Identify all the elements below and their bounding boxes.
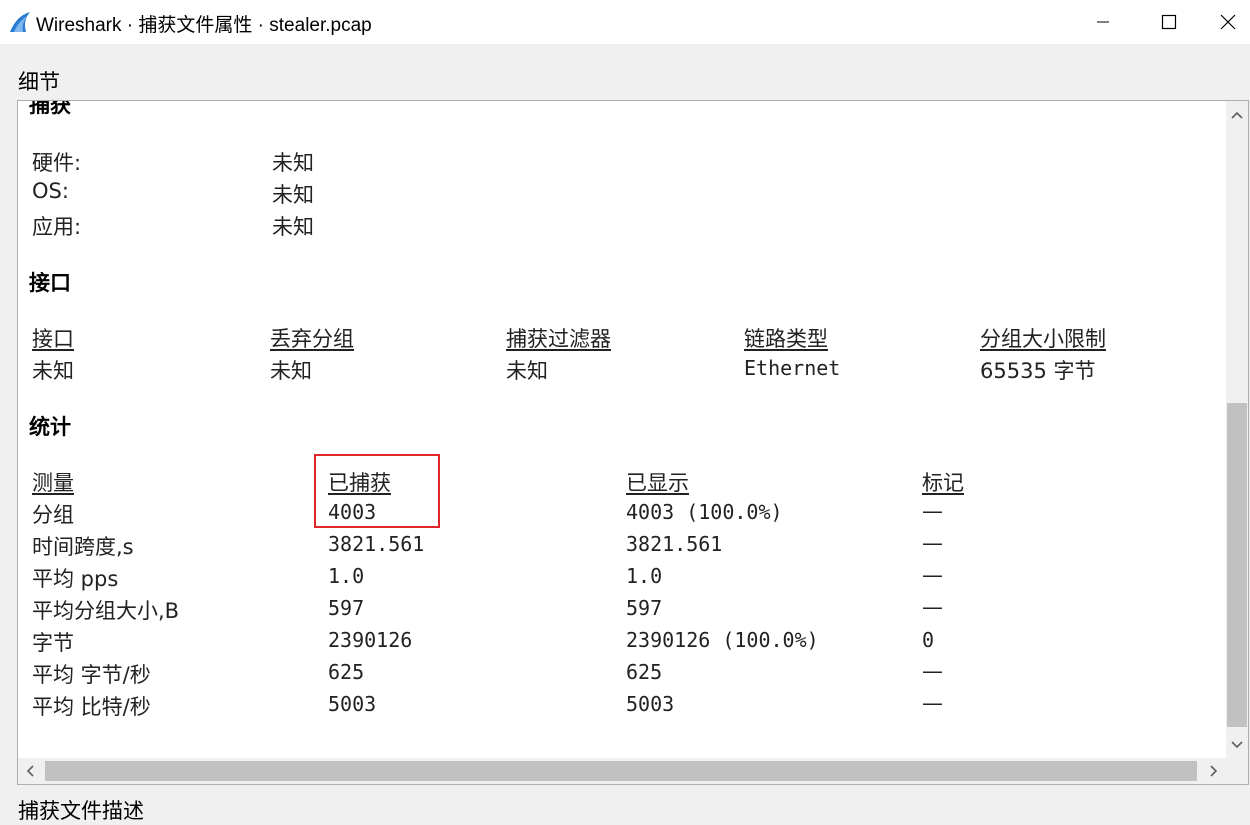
application-value: 未知: [272, 215, 314, 239]
maximize-button[interactable]: [1140, 0, 1198, 44]
wireshark-fin-icon: [10, 12, 30, 32]
os-value: 未知: [272, 183, 314, 207]
highlight-box: [314, 454, 440, 528]
title-bar: Wireshark · 捕获文件属性 · stealer.pcap: [0, 0, 1250, 44]
statistics-heading: 统计: [29, 415, 71, 439]
link-type-value: Ethernet: [744, 356, 841, 380]
stat-captured-avg-pps: 1.0: [328, 564, 365, 588]
stat-marked-avg-pps: —: [922, 563, 943, 587]
stat-measure-timespan: 时间跨度,s: [32, 535, 134, 559]
snaplen-column-header: 分组大小限制: [980, 327, 1106, 351]
stat-marked-packets: —: [922, 499, 943, 523]
close-button[interactable]: [1206, 0, 1250, 44]
details-label: 细节: [18, 70, 60, 94]
os-label: OS:: [32, 179, 69, 203]
stat-captured-timespan: 3821.561: [328, 532, 425, 556]
link-type-column-header: 链路类型: [744, 327, 828, 351]
capture-filter-value: 未知: [506, 359, 548, 383]
scrollbar-corner: [1226, 758, 1248, 784]
horizontal-scroll-thumb[interactable]: [45, 761, 1197, 781]
capture-filter-column-header: 捕获过滤器: [506, 327, 611, 351]
details-panel[interactable]: 捕获 硬件: 未知 OS: 未知 应用: 未知 接口 接口 丢弃分组 捕获过滤器…: [17, 100, 1249, 785]
stat-marked-avg-bytes-per-sec: —: [922, 659, 943, 683]
stat-displayed-bytes: 2390126 (100.0%): [626, 628, 819, 652]
stat-displayed-timespan: 3821.561: [626, 532, 723, 556]
maximize-icon: [1161, 14, 1177, 30]
interface-value: 未知: [32, 359, 74, 383]
interface-column-header: 接口: [32, 327, 74, 351]
stat-measure-avg-bytes-per-sec: 平均 字节/秒: [32, 663, 151, 687]
window-title: Wireshark · 捕获文件属性 · stealer.pcap: [36, 15, 372, 36]
application-label: 应用:: [32, 215, 82, 239]
close-icon: [1220, 14, 1236, 30]
horizontal-scrollbar[interactable]: [18, 758, 1226, 784]
vertical-scroll-thumb[interactable]: [1227, 403, 1247, 727]
stat-displayed-avg-packet-size: 597: [626, 596, 663, 620]
scroll-left-icon[interactable]: [20, 760, 42, 782]
stat-displayed-avg-bytes-per-sec: 625: [626, 660, 663, 684]
stat-measure-avg-bits-per-sec: 平均 比特/秒: [32, 695, 151, 719]
vertical-scrollbar[interactable]: [1226, 101, 1248, 759]
measurement-column-header: 测量: [32, 471, 74, 495]
displayed-column-header: 已显示: [626, 471, 689, 495]
stat-displayed-avg-pps: 1.0: [626, 564, 663, 588]
stat-captured-bytes: 2390126: [328, 628, 413, 652]
snaplen-value: 65535 字节: [980, 359, 1096, 383]
stat-measure-bytes: 字节: [32, 631, 74, 655]
capture-description-label: 捕获文件描述: [18, 799, 144, 823]
stat-marked-bytes: 0: [922, 628, 935, 652]
minimize-icon: [1097, 21, 1109, 23]
stat-measure-packets: 分组: [32, 503, 74, 527]
stat-captured-avg-packet-size: 597: [328, 596, 365, 620]
stat-marked-avg-packet-size: —: [922, 595, 943, 619]
hardware-label: 硬件:: [32, 151, 82, 175]
hardware-value: 未知: [272, 151, 314, 175]
stat-marked-timespan: —: [922, 531, 943, 555]
dropped-value: 未知: [270, 359, 312, 383]
stat-measure-avg-pps: 平均 pps: [32, 567, 119, 591]
stat-displayed-avg-bits-per-sec: 5003: [626, 692, 675, 716]
minimize-button[interactable]: [1074, 0, 1132, 44]
interfaces-heading: 接口: [29, 271, 71, 295]
marked-column-header: 标记: [922, 471, 964, 495]
scroll-down-icon[interactable]: [1226, 733, 1248, 755]
details-content: 捕获 硬件: 未知 OS: 未知 应用: 未知 接口 接口 丢弃分组 捕获过滤器…: [18, 101, 1226, 759]
dropped-column-header: 丢弃分组: [270, 327, 354, 351]
stat-captured-avg-bytes-per-sec: 625: [328, 660, 365, 684]
capture-heading: 捕获: [29, 101, 71, 117]
scroll-up-icon[interactable]: [1226, 105, 1248, 127]
stat-captured-avg-bits-per-sec: 5003: [328, 692, 377, 716]
stat-displayed-packets: 4003 (100.0%): [626, 500, 783, 524]
stat-measure-avg-packet-size: 平均分组大小,B: [32, 599, 180, 623]
scroll-right-icon[interactable]: [1202, 760, 1224, 782]
stat-marked-avg-bits-per-sec: —: [922, 691, 943, 715]
